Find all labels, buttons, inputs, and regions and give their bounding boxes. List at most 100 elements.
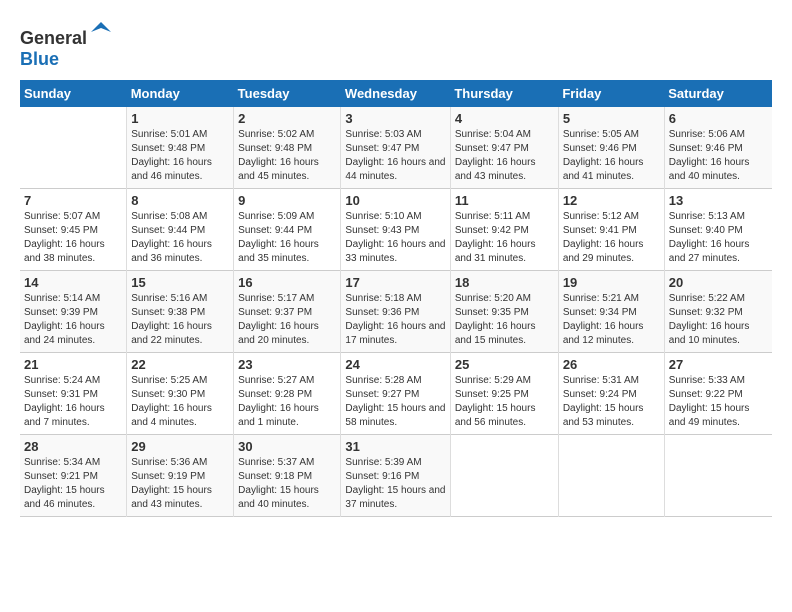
column-header-sunday: Sunday bbox=[20, 80, 127, 107]
sunrise-text: Sunrise: 5:18 AM bbox=[345, 293, 421, 304]
sunset-text: Sunset: 9:47 PM bbox=[345, 143, 419, 154]
sunrise-text: Sunrise: 5:37 AM bbox=[238, 457, 314, 468]
calendar-cell: 3 Sunrise: 5:03 AM Sunset: 9:47 PM Dayli… bbox=[341, 107, 450, 189]
sunrise-text: Sunrise: 5:06 AM bbox=[669, 129, 745, 140]
sunset-text: Sunset: 9:48 PM bbox=[131, 143, 205, 154]
day-number: 18 bbox=[455, 275, 554, 290]
day-number: 4 bbox=[455, 111, 554, 126]
day-info: Sunrise: 5:13 AM Sunset: 9:40 PM Dayligh… bbox=[669, 210, 768, 266]
sunrise-text: Sunrise: 5:31 AM bbox=[563, 375, 639, 386]
sunset-text: Sunset: 9:44 PM bbox=[238, 225, 312, 236]
day-info: Sunrise: 5:18 AM Sunset: 9:36 PM Dayligh… bbox=[345, 292, 445, 348]
day-number: 5 bbox=[563, 111, 660, 126]
daylight-text: Daylight: 16 hours and 1 minute. bbox=[238, 403, 319, 428]
sunset-text: Sunset: 9:22 PM bbox=[669, 389, 743, 400]
day-number: 19 bbox=[563, 275, 660, 290]
calendar-cell bbox=[20, 107, 127, 189]
sunset-text: Sunset: 9:32 PM bbox=[669, 307, 743, 318]
daylight-text: Daylight: 16 hours and 7 minutes. bbox=[24, 403, 105, 428]
calendar-cell: 22 Sunrise: 5:25 AM Sunset: 9:30 PM Dayl… bbox=[127, 353, 234, 435]
day-number: 28 bbox=[24, 439, 122, 454]
daylight-text: Daylight: 16 hours and 10 minutes. bbox=[669, 321, 750, 346]
day-info: Sunrise: 5:05 AM Sunset: 9:46 PM Dayligh… bbox=[563, 128, 660, 184]
day-number: 21 bbox=[24, 357, 122, 372]
day-number: 25 bbox=[455, 357, 554, 372]
day-info: Sunrise: 5:02 AM Sunset: 9:48 PM Dayligh… bbox=[238, 128, 336, 184]
sunrise-text: Sunrise: 5:33 AM bbox=[669, 375, 745, 386]
day-info: Sunrise: 5:37 AM Sunset: 9:18 PM Dayligh… bbox=[238, 456, 336, 512]
day-info: Sunrise: 5:20 AM Sunset: 9:35 PM Dayligh… bbox=[455, 292, 554, 348]
calendar-table: SundayMondayTuesdayWednesdayThursdayFrid… bbox=[20, 80, 772, 517]
sunrise-text: Sunrise: 5:16 AM bbox=[131, 293, 207, 304]
sunset-text: Sunset: 9:39 PM bbox=[24, 307, 98, 318]
sunrise-text: Sunrise: 5:21 AM bbox=[563, 293, 639, 304]
sunrise-text: Sunrise: 5:22 AM bbox=[669, 293, 745, 304]
calendar-cell: 6 Sunrise: 5:06 AM Sunset: 9:46 PM Dayli… bbox=[664, 107, 772, 189]
day-number: 20 bbox=[669, 275, 768, 290]
calendar-cell: 1 Sunrise: 5:01 AM Sunset: 9:48 PM Dayli… bbox=[127, 107, 234, 189]
day-info: Sunrise: 5:27 AM Sunset: 9:28 PM Dayligh… bbox=[238, 374, 336, 430]
calendar-cell: 17 Sunrise: 5:18 AM Sunset: 9:36 PM Dayl… bbox=[341, 271, 450, 353]
logo-blue: Blue bbox=[20, 49, 59, 69]
sunrise-text: Sunrise: 5:04 AM bbox=[455, 129, 531, 140]
sunset-text: Sunset: 9:31 PM bbox=[24, 389, 98, 400]
day-number: 14 bbox=[24, 275, 122, 290]
sunrise-text: Sunrise: 5:11 AM bbox=[455, 211, 530, 222]
calendar-cell: 18 Sunrise: 5:20 AM Sunset: 9:35 PM Dayl… bbox=[450, 271, 558, 353]
calendar-cell: 21 Sunrise: 5:24 AM Sunset: 9:31 PM Dayl… bbox=[20, 353, 127, 435]
logo: General Blue bbox=[20, 20, 113, 70]
daylight-text: Daylight: 15 hours and 43 minutes. bbox=[131, 485, 212, 510]
sunset-text: Sunset: 9:24 PM bbox=[563, 389, 637, 400]
sunrise-text: Sunrise: 5:24 AM bbox=[24, 375, 100, 386]
calendar-cell: 9 Sunrise: 5:09 AM Sunset: 9:44 PM Dayli… bbox=[234, 189, 341, 271]
day-info: Sunrise: 5:28 AM Sunset: 9:27 PM Dayligh… bbox=[345, 374, 445, 430]
sunset-text: Sunset: 9:36 PM bbox=[345, 307, 419, 318]
day-number: 2 bbox=[238, 111, 336, 126]
sunrise-text: Sunrise: 5:25 AM bbox=[131, 375, 207, 386]
calendar-cell: 16 Sunrise: 5:17 AM Sunset: 9:37 PM Dayl… bbox=[234, 271, 341, 353]
day-number: 8 bbox=[131, 193, 229, 208]
daylight-text: Daylight: 16 hours and 43 minutes. bbox=[455, 157, 536, 182]
logo-general: General bbox=[20, 28, 87, 48]
calendar-cell: 10 Sunrise: 5:10 AM Sunset: 9:43 PM Dayl… bbox=[341, 189, 450, 271]
sunrise-text: Sunrise: 5:03 AM bbox=[345, 129, 421, 140]
daylight-text: Daylight: 16 hours and 38 minutes. bbox=[24, 239, 105, 264]
day-info: Sunrise: 5:03 AM Sunset: 9:47 PM Dayligh… bbox=[345, 128, 445, 184]
daylight-text: Daylight: 16 hours and 41 minutes. bbox=[563, 157, 644, 182]
day-number: 27 bbox=[669, 357, 768, 372]
calendar-week-row: 1 Sunrise: 5:01 AM Sunset: 9:48 PM Dayli… bbox=[20, 107, 772, 189]
day-info: Sunrise: 5:06 AM Sunset: 9:46 PM Dayligh… bbox=[669, 128, 768, 184]
calendar-body: 1 Sunrise: 5:01 AM Sunset: 9:48 PM Dayli… bbox=[20, 107, 772, 517]
day-number: 1 bbox=[131, 111, 229, 126]
calendar-cell: 26 Sunrise: 5:31 AM Sunset: 9:24 PM Dayl… bbox=[558, 353, 664, 435]
day-number: 12 bbox=[563, 193, 660, 208]
sunset-text: Sunset: 9:37 PM bbox=[238, 307, 312, 318]
day-info: Sunrise: 5:17 AM Sunset: 9:37 PM Dayligh… bbox=[238, 292, 336, 348]
sunrise-text: Sunrise: 5:34 AM bbox=[24, 457, 100, 468]
daylight-text: Daylight: 16 hours and 27 minutes. bbox=[669, 239, 750, 264]
daylight-text: Daylight: 16 hours and 45 minutes. bbox=[238, 157, 319, 182]
daylight-text: Daylight: 16 hours and 35 minutes. bbox=[238, 239, 319, 264]
sunrise-text: Sunrise: 5:02 AM bbox=[238, 129, 314, 140]
day-info: Sunrise: 5:10 AM Sunset: 9:43 PM Dayligh… bbox=[345, 210, 445, 266]
sunset-text: Sunset: 9:25 PM bbox=[455, 389, 529, 400]
calendar-cell: 11 Sunrise: 5:11 AM Sunset: 9:42 PM Dayl… bbox=[450, 189, 558, 271]
sunrise-text: Sunrise: 5:39 AM bbox=[345, 457, 421, 468]
calendar-cell: 28 Sunrise: 5:34 AM Sunset: 9:21 PM Dayl… bbox=[20, 435, 127, 517]
calendar-cell: 31 Sunrise: 5:39 AM Sunset: 9:16 PM Dayl… bbox=[341, 435, 450, 517]
column-header-friday: Friday bbox=[558, 80, 664, 107]
sunset-text: Sunset: 9:47 PM bbox=[455, 143, 529, 154]
daylight-text: Daylight: 16 hours and 46 minutes. bbox=[131, 157, 212, 182]
calendar-cell: 30 Sunrise: 5:37 AM Sunset: 9:18 PM Dayl… bbox=[234, 435, 341, 517]
sunset-text: Sunset: 9:35 PM bbox=[455, 307, 529, 318]
sunset-text: Sunset: 9:46 PM bbox=[563, 143, 637, 154]
day-number: 16 bbox=[238, 275, 336, 290]
day-number: 15 bbox=[131, 275, 229, 290]
daylight-text: Daylight: 16 hours and 33 minutes. bbox=[345, 239, 445, 264]
day-number: 22 bbox=[131, 357, 229, 372]
sunrise-text: Sunrise: 5:10 AM bbox=[345, 211, 421, 222]
daylight-text: Daylight: 16 hours and 44 minutes. bbox=[345, 157, 445, 182]
sunrise-text: Sunrise: 5:12 AM bbox=[563, 211, 639, 222]
calendar-cell: 29 Sunrise: 5:36 AM Sunset: 9:19 PM Dayl… bbox=[127, 435, 234, 517]
day-number: 29 bbox=[131, 439, 229, 454]
